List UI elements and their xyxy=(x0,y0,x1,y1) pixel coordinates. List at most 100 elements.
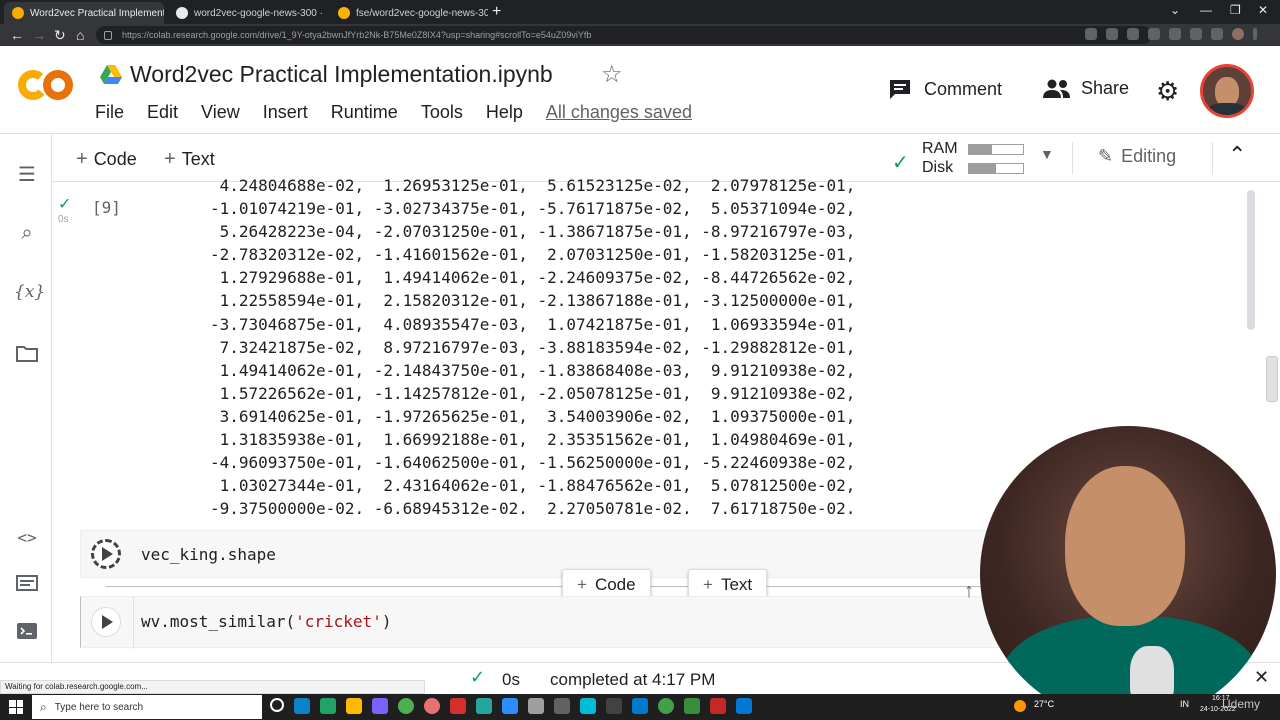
gear-icon[interactable]: ⚙ xyxy=(1156,76,1179,107)
minimize-icon[interactable]: — xyxy=(1200,3,1212,17)
table-of-contents-icon[interactable]: ☰ xyxy=(14,162,40,186)
app-icon[interactable] xyxy=(736,698,752,714)
add-text-button[interactable]: + Text xyxy=(164,148,215,171)
back-icon[interactable]: ← xyxy=(10,27,24,43)
browser-tab-huggingface[interactable]: fse/word2vec-google-news-300 · ✕ xyxy=(330,2,488,24)
cortana-icon[interactable] xyxy=(270,698,284,712)
colab-logo-icon[interactable] xyxy=(18,68,74,102)
cell-output: 4.24804688e-02, 1.26953125e-01, 5.615231… xyxy=(210,174,930,514)
app-icon[interactable] xyxy=(684,698,700,714)
pdf-icon[interactable] xyxy=(450,698,466,714)
menu-file[interactable]: File xyxy=(95,102,124,123)
move-cell-up-icon[interactable]: ↑ xyxy=(964,580,974,603)
windows-start-icon[interactable] xyxy=(9,700,23,714)
menu-insert[interactable]: Insert xyxy=(263,102,308,123)
restore-icon[interactable]: ❐ xyxy=(1230,3,1241,17)
add-text-label: Text xyxy=(181,149,215,169)
output-line: -4.96093750e-01, -1.64062500e-01, -1.562… xyxy=(210,453,856,473)
extension-icon[interactable] xyxy=(1169,28,1181,40)
edge-icon[interactable] xyxy=(294,698,310,714)
menu-runtime[interactable]: Runtime xyxy=(331,102,398,123)
code-call-close: ) xyxy=(381,612,392,631)
save-status-link[interactable]: All changes saved xyxy=(546,102,692,123)
home-icon[interactable]: ⌂ xyxy=(76,27,84,43)
output-line: 4.24804688e-02, 1.26953125e-01, 5.615231… xyxy=(210,176,856,195)
app-icon[interactable] xyxy=(554,698,570,714)
browser-extensions xyxy=(1085,28,1257,40)
extension-icon[interactable] xyxy=(1148,28,1160,40)
app-icon[interactable] xyxy=(606,698,622,714)
add-code-button[interactable]: + Code xyxy=(76,148,137,171)
chevron-up-icon[interactable]: ⌃ xyxy=(1228,142,1246,168)
code-cell-vec-king-shape[interactable]: vec_king.shape xyxy=(80,530,1000,578)
editing-mode-button[interactable]: ✎ Editing xyxy=(1098,146,1176,167)
app-icon[interactable] xyxy=(580,698,596,714)
profile-icon[interactable] xyxy=(1232,28,1244,40)
colab-favicon-icon xyxy=(12,7,24,19)
window-close-icon[interactable]: ✕ xyxy=(1258,3,1268,17)
sidepanel-icon[interactable] xyxy=(1211,28,1223,40)
forward-icon[interactable]: → xyxy=(32,27,46,43)
menu-bar: File Edit View Insert Runtime Tools Help… xyxy=(95,102,715,123)
language-indicator[interactable]: IN xyxy=(1180,699,1189,709)
menu-view[interactable]: View xyxy=(201,102,240,123)
new-tab-icon[interactable]: + xyxy=(492,4,501,20)
output-line: 3.69140625e-01, -1.97265625e-01, 3.54003… xyxy=(210,406,856,426)
notebook-title[interactable]: Word2vec Practical Implementation.ipynb xyxy=(130,61,553,88)
url-input[interactable]: https://colab.research.google.com/drive/… xyxy=(96,26,1152,44)
excel-icon[interactable] xyxy=(320,698,336,714)
vscode-icon[interactable] xyxy=(632,698,648,714)
app-icon[interactable] xyxy=(710,698,726,714)
editing-label: Editing xyxy=(1121,146,1177,166)
chrome-icon[interactable] xyxy=(398,698,414,714)
page-scrollbar[interactable] xyxy=(1266,356,1278,402)
zoom-app-icon[interactable] xyxy=(502,698,518,714)
status-completed: completed at 4:17 PM xyxy=(550,670,716,689)
app-icon[interactable] xyxy=(476,698,492,714)
app-icon[interactable] xyxy=(658,698,674,714)
avatar[interactable] xyxy=(1200,64,1254,118)
caret-down-icon[interactable]: ▼ xyxy=(1040,146,1054,162)
code-snippets-icon[interactable]: <> xyxy=(14,528,40,552)
menu-help[interactable]: Help xyxy=(486,102,523,123)
app-icon[interactable] xyxy=(528,698,544,714)
zoom-icon[interactable] xyxy=(1085,28,1097,40)
run-cell-button[interactable] xyxy=(91,539,121,569)
browser-tab-colab[interactable]: Word2vec Practical Implementatio ✕ xyxy=(4,2,164,24)
star-icon[interactable]: ☆ xyxy=(601,60,623,89)
taskbar-search-input[interactable]: ⌕ Type here to search xyxy=(32,695,262,719)
terminal-icon[interactable] xyxy=(14,622,40,646)
more-vert-icon[interactable] xyxy=(1253,28,1257,40)
run-cell-button[interactable] xyxy=(91,607,121,637)
weather-icon xyxy=(1014,700,1026,712)
code-editor[interactable]: vec_king.shape xyxy=(141,545,276,564)
puzzle-icon[interactable] xyxy=(1190,28,1202,40)
output-line: -3.73046875e-01, 4.08935547e-03, 1.07421… xyxy=(210,314,856,334)
share-page-icon[interactable] xyxy=(1106,28,1118,40)
browser-loading-status: Waiting for colab.research.google.com... xyxy=(0,680,425,694)
comment-button[interactable]: Comment xyxy=(888,78,1002,100)
bookmark-star-icon[interactable] xyxy=(1127,28,1139,40)
menu-edit[interactable]: Edit xyxy=(147,102,178,123)
browser-tab-github[interactable]: word2vec-google-news-300 · Gi ✕ xyxy=(168,2,326,24)
output-line: 1.57226562e-01, -1.14257812e-01, -2.0507… xyxy=(210,383,856,403)
code-cell-most-similar[interactable]: wv.most_similar('cricket') xyxy=(80,596,1000,649)
chrome-icon[interactable] xyxy=(424,698,440,714)
notebook-scrollbar[interactable] xyxy=(1247,190,1255,330)
folder-icon[interactable] xyxy=(14,344,40,368)
share-button[interactable]: Share xyxy=(1043,78,1129,99)
variables-icon[interactable]: {x} xyxy=(14,282,45,306)
chevron-down-icon[interactable]: ⌄ xyxy=(1170,3,1180,17)
output-line: 1.27929688e-01, 1.49414062e-01, -2.24609… xyxy=(210,268,856,288)
file-explorer-icon[interactable] xyxy=(346,698,362,714)
comment-label: Comment xyxy=(924,78,1003,99)
code-editor[interactable]: wv.most_similar('cricket') xyxy=(141,612,391,631)
app-icon[interactable] xyxy=(372,698,388,714)
status-exec-time: 0s xyxy=(502,670,520,689)
reload-icon[interactable]: ↻ xyxy=(54,27,66,43)
ram-usage-bar xyxy=(968,144,1024,155)
google-drive-icon[interactable] xyxy=(100,65,122,85)
command-palette-icon[interactable] xyxy=(14,574,40,598)
menu-tools[interactable]: Tools xyxy=(421,102,463,123)
search-icon[interactable]: ⌕ xyxy=(14,222,40,246)
